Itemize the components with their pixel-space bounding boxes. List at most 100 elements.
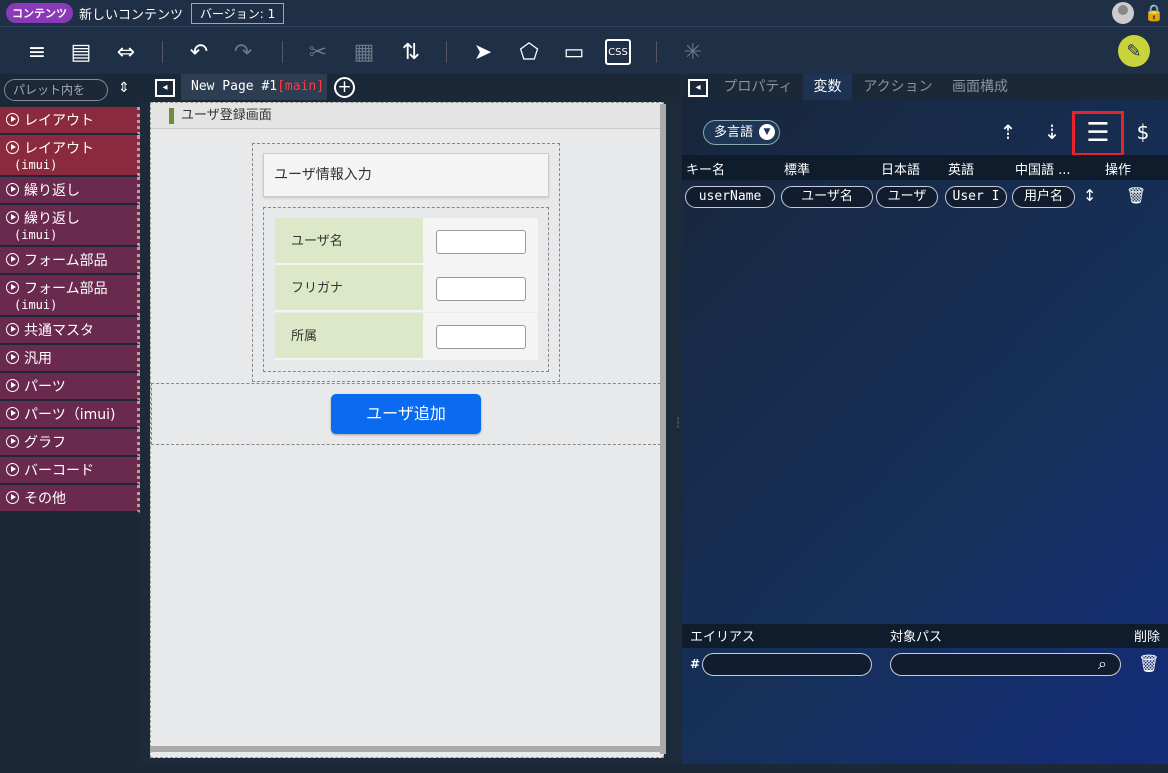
key-name-field[interactable]: userName	[685, 186, 775, 208]
lock-icon[interactable]: 🔒	[1144, 3, 1164, 23]
palette-item-repeat-imui[interactable]: 繰り返し (imui)	[0, 205, 140, 247]
collapse-all-icon[interactable]: ⇕	[114, 80, 134, 100]
palette-item-parts[interactable]: パーツ	[0, 373, 140, 401]
delete-trash-icon[interactable]: 🗑	[1126, 186, 1146, 205]
database-icon[interactable]: ≡	[22, 37, 52, 67]
delete-alias-icon[interactable]: 🗑	[1138, 654, 1160, 674]
title-bar: コンテンツ 新しいコンテンツ バージョン: 1 🔒	[0, 0, 1168, 26]
play-icon	[6, 113, 19, 126]
screen-title: ユーザ登録画面	[151, 103, 661, 129]
form-row-furigana: フリガナ	[275, 265, 538, 312]
status-bar	[0, 764, 1168, 773]
toolbar-divider	[446, 41, 447, 63]
play-icon	[6, 323, 19, 336]
sort-desc-icon[interactable]: ⇣	[1037, 116, 1067, 148]
add-user-button[interactable]: ユーザ追加	[331, 394, 481, 434]
monitor-icon[interactable]: ▭	[559, 37, 589, 67]
tab-variables[interactable]: 変数	[803, 74, 852, 100]
swap-icon[interactable]: ⇅	[396, 37, 426, 67]
content-name[interactable]: 新しいコンテンツ	[79, 4, 183, 23]
sort-asc-icon[interactable]: ⇡	[993, 116, 1023, 148]
palette-item-form-parts[interactable]: フォーム部品	[0, 247, 140, 275]
play-icon	[6, 183, 19, 196]
play-icon	[6, 379, 19, 392]
table-download-icon[interactable]: ▤	[66, 37, 96, 67]
loading-icon[interactable]: ✳	[678, 37, 708, 67]
tab-properties[interactable]: プロパティ	[716, 74, 800, 100]
palette-item-common-master[interactable]: 共通マスタ	[0, 317, 140, 345]
add-page-icon[interactable]: +	[334, 77, 355, 98]
palette-item-form-parts-imui[interactable]: フォーム部品 (imui)	[0, 275, 140, 317]
cut-icon[interactable]: ✂	[303, 37, 333, 67]
play-icon	[6, 491, 19, 504]
variables-table-header	[682, 155, 1168, 180]
alias-input[interactable]	[702, 653, 872, 676]
standard-field[interactable]: ユーザ名	[781, 186, 873, 208]
panel-splitter[interactable]: ┆	[675, 418, 681, 440]
field-label: ユーザ名	[275, 218, 423, 263]
avatar[interactable]	[1112, 2, 1134, 24]
vertical-scrollbar[interactable]	[660, 104, 666, 754]
copy-icon[interactable]: ▦	[349, 37, 379, 67]
palette-item-parts-imui[interactable]: パーツ（imui)	[0, 401, 140, 429]
hash-label: #	[690, 657, 701, 671]
form-row-username: ユーザ名	[275, 218, 538, 265]
japanese-field[interactable]: ユーザ	[876, 186, 938, 208]
column-header: 日本語	[881, 163, 921, 178]
edit-pencil-icon[interactable]: ✎	[1118, 35, 1150, 67]
form-row-department: 所属	[275, 313, 538, 360]
furigana-input[interactable]	[436, 277, 526, 301]
reorder-icon[interactable]: ↕	[1083, 186, 1096, 205]
multilang-dropdown[interactable]: 多言語	[703, 120, 781, 145]
tab-actions[interactable]: アクション	[856, 74, 940, 100]
target-path-input[interactable]	[890, 653, 1121, 676]
department-input[interactable]	[436, 325, 526, 349]
search-icon[interactable]: ⌕	[1098, 654, 1107, 674]
version-label: バージョン: 1	[191, 2, 285, 24]
column-header: 英語	[948, 163, 975, 178]
english-field[interactable]: User I	[945, 186, 1007, 208]
palette-item-other[interactable]: その他	[0, 485, 140, 513]
toolbar-divider	[282, 41, 283, 63]
field-label: フリガナ	[275, 265, 423, 310]
palette-item-barcode[interactable]: バーコード	[0, 457, 140, 485]
collapse-right-icon[interactable]: ◂	[688, 79, 708, 97]
toolbar: ≡ ▤ ⇔ ↶ ↷ ✂ ▦ ⇅ ➤ ⬠ ▭ CSS ✳ ✎	[0, 26, 1168, 74]
column-header: エイリアス	[690, 630, 756, 645]
play-icon	[6, 141, 19, 154]
undo-icon[interactable]: ↶	[184, 37, 214, 67]
column-header: 削除	[1134, 630, 1161, 645]
play-icon	[6, 281, 19, 294]
tab-new-page[interactable]: New Page #1[main]	[181, 74, 327, 100]
play-icon	[6, 463, 19, 476]
content-tag: コンテンツ	[6, 3, 73, 23]
palette-search-input[interactable]: パレット内を	[4, 79, 108, 101]
play-icon	[6, 435, 19, 448]
resize-icon[interactable]: ⇔	[111, 37, 141, 67]
column-header: 操作	[1105, 163, 1132, 178]
field-label: 所属	[275, 313, 423, 358]
toolbar-divider	[656, 41, 657, 63]
select-area-icon[interactable]: ⬠	[514, 37, 544, 67]
list-view-icon[interactable]: ☰	[1072, 111, 1124, 156]
palette-item-layout[interactable]: レイアウト	[0, 107, 140, 135]
palette-item-graph[interactable]: グラフ	[0, 429, 140, 457]
redo-icon[interactable]: ↷	[228, 37, 258, 67]
card-title[interactable]: ユーザ情報入力	[263, 153, 549, 197]
pointer-icon[interactable]: ➤	[468, 37, 498, 67]
column-header: 対象パス	[890, 630, 943, 645]
add-variable-icon[interactable]: $	[1128, 116, 1158, 148]
chinese-field[interactable]: 用户名	[1012, 186, 1075, 208]
horizontal-scrollbar[interactable]	[150, 746, 664, 752]
toolbar-divider	[162, 41, 163, 63]
css-icon[interactable]: CSS	[605, 39, 631, 65]
palette-item-repeat[interactable]: 繰り返し	[0, 177, 140, 205]
play-icon	[6, 351, 19, 364]
username-input[interactable]	[436, 230, 526, 254]
palette-item-general[interactable]: 汎用	[0, 345, 140, 373]
column-header: 標準	[784, 163, 811, 178]
collapse-palette-icon[interactable]: ◂	[155, 79, 175, 97]
palette-item-layout-imui[interactable]: レイアウト (imui)	[0, 135, 140, 177]
tab-screen-structure[interactable]: 画面構成	[944, 74, 1016, 100]
play-icon	[6, 407, 19, 420]
